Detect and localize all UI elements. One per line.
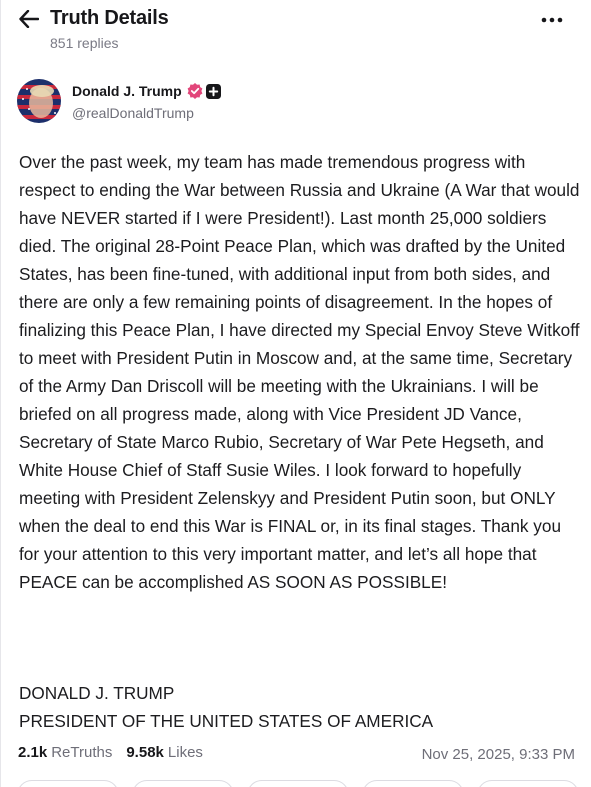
signature-name: DONALD J. TRUMP	[19, 683, 175, 703]
truth-details-page: Truth Details 851 replies Donald J. Trum…	[0, 0, 591, 787]
more-horizontal-icon	[541, 17, 563, 23]
post-signature: DONALD J. TRUMP PRESIDENT OF THE UNITED …	[19, 679, 579, 735]
author-name[interactable]: Donald J. Trump	[72, 83, 182, 99]
likes-count[interactable]: 9.58k	[126, 744, 164, 761]
signature-title: PRESIDENT OF THE UNITED STATES OF AMERIC…	[19, 711, 434, 731]
more-options-button[interactable]	[537, 10, 567, 30]
action-bar	[1, 780, 591, 787]
verified-badge-icon	[187, 83, 203, 99]
replies-count: 851 replies	[50, 35, 119, 51]
author-handle[interactable]: @realDonaldTrump	[72, 105, 194, 121]
reply-button[interactable]	[17, 780, 119, 787]
post-body-text: Over the past week, my team has made tre…	[19, 152, 585, 592]
like-button[interactable]	[247, 780, 349, 787]
avatar-image	[17, 79, 61, 123]
post-stats: 2.1k ReTruths 9.58k Likes	[18, 744, 217, 766]
bookmark-button[interactable]	[477, 780, 579, 787]
page-title: Truth Details	[50, 7, 169, 29]
arrow-left-icon	[19, 10, 39, 28]
plus-square-icon	[206, 84, 221, 99]
share-button[interactable]	[362, 780, 464, 787]
retruths-count[interactable]: 2.1k	[18, 744, 47, 761]
back-button[interactable]	[17, 7, 41, 31]
retruths-label[interactable]: ReTruths	[51, 744, 112, 761]
page-header: Truth Details 851 replies	[1, 0, 591, 62]
likes-label[interactable]: Likes	[168, 744, 203, 761]
post-timestamp: Nov 25, 2025, 9:33 PM	[421, 746, 575, 763]
avatar[interactable]	[17, 79, 61, 123]
retruth-button[interactable]	[132, 780, 234, 787]
